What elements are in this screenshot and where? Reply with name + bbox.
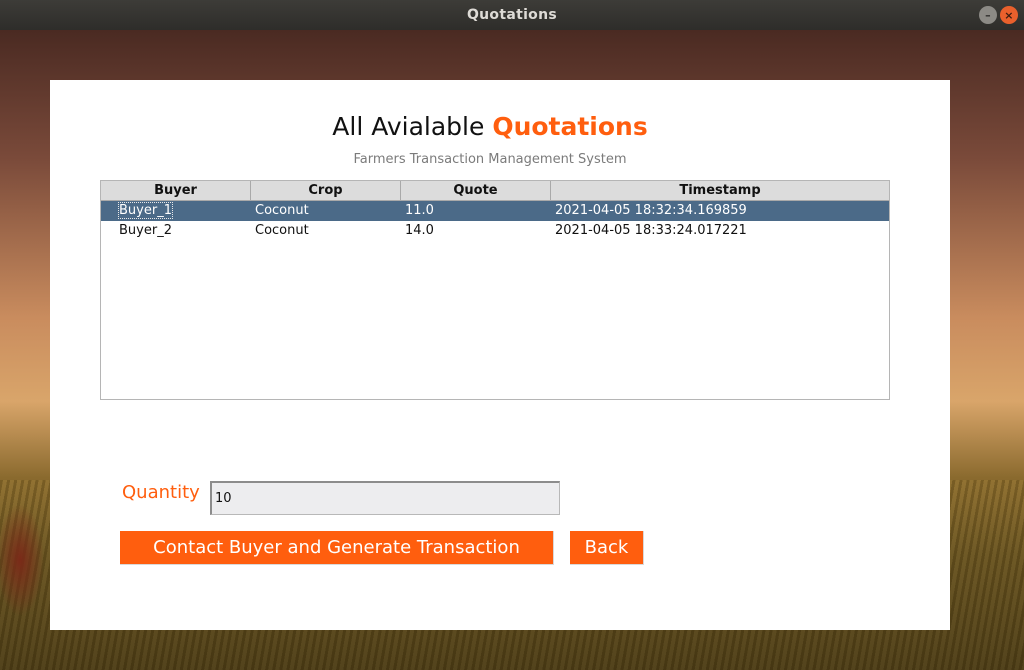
page-title: All Avialable Quotations (50, 112, 930, 141)
cell-quote: 11.0 (405, 203, 434, 218)
column-header-timestamp[interactable]: Timestamp (551, 181, 889, 200)
cell-quote: 14.0 (405, 223, 434, 238)
back-button[interactable]: Back (570, 531, 644, 565)
table-row[interactable]: Buyer_2 Coconut 14.0 2021-04-05 18:33:24… (101, 221, 889, 241)
title-bar[interactable]: Quotations – × (0, 0, 1024, 30)
window-controls: – × (979, 6, 1018, 24)
cell-crop: Coconut (255, 203, 309, 218)
table-header: Buyer Crop Quote Timestamp (101, 181, 889, 201)
column-header-crop[interactable]: Crop (251, 181, 401, 200)
column-header-quote[interactable]: Quote (401, 181, 551, 200)
window-title: Quotations (466, 7, 558, 23)
close-icon[interactable]: × (1000, 6, 1018, 24)
page-subtitle: Farmers Transaction Management System (353, 152, 627, 167)
cell-buyer-text: Buyer_1 (118, 202, 173, 219)
column-header-buyer[interactable]: Buyer (101, 181, 251, 200)
contact-buyer-button[interactable]: Contact Buyer and Generate Transaction (120, 531, 554, 565)
page-title-accent: Quotations (492, 112, 648, 141)
cell-crop: Coconut (255, 223, 309, 238)
table-row[interactable]: Buyer_1 Coconut 11.0 2021-04-05 18:32:34… (101, 201, 889, 221)
cell-timestamp: 2021-04-05 18:33:24.017221 (555, 223, 747, 238)
app-window: Quotations – × All Avialable Quotations … (0, 0, 1024, 670)
cell-buyer: Buyer_2 (101, 221, 251, 241)
minimize-icon[interactable]: – (979, 6, 997, 24)
quotations-panel: All Avialable Quotations Farmers Transac… (50, 80, 950, 630)
page-title-prefix: All Avialable (332, 112, 493, 141)
quantity-label: Quantity (122, 482, 200, 503)
quantity-input[interactable] (210, 481, 560, 515)
cell-buyer: Buyer_1 (101, 201, 251, 221)
cell-buyer-text: Buyer_2 (119, 223, 172, 238)
quotations-table[interactable]: Buyer Crop Quote Timestamp Buyer_1 Cocon… (100, 180, 890, 400)
wallpaper-figure (0, 480, 50, 630)
cell-timestamp: 2021-04-05 18:32:34.169859 (555, 203, 747, 218)
